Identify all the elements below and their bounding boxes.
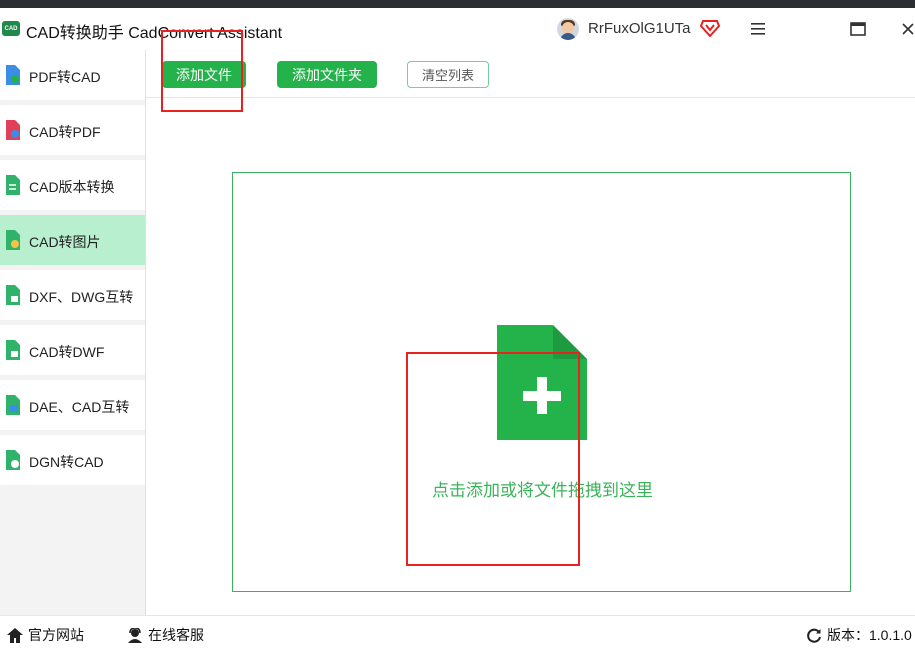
cad-to-image-icon — [6, 230, 20, 250]
sidebar-item-dxf-dwg[interactable]: DXF、DWG互转 — [0, 270, 145, 320]
menu-button[interactable] — [745, 18, 771, 40]
file-dropzone[interactable]: 点击添加或将文件拖拽到这里 — [232, 172, 851, 592]
home-icon — [7, 627, 23, 643]
hamburger-icon — [751, 23, 765, 35]
maximize-button[interactable] — [845, 18, 871, 40]
maximize-icon — [850, 22, 866, 36]
avatar[interactable] — [557, 18, 579, 40]
online-service-link[interactable]: 在线客服 — [127, 625, 204, 645]
sidebar-item-label: CAD转PDF — [29, 124, 101, 140]
add-folder-button[interactable]: 添加文件夹 — [277, 61, 377, 88]
dgn-to-cad-icon — [6, 450, 20, 470]
pdf-to-cad-icon — [6, 65, 20, 85]
sidebar-item-dae-cad[interactable]: DAE、CAD互转 — [0, 380, 145, 430]
sidebar-item-cad-version[interactable]: CAD版本转换 — [0, 160, 145, 210]
sidebar-item-label: PDF转CAD — [29, 69, 101, 85]
sidebar-item-dgn-to-cad[interactable]: DGN转CAD — [0, 435, 145, 485]
close-button[interactable] — [895, 18, 915, 40]
sidebar-item-label: CAD版本转换 — [29, 179, 115, 195]
customer-service-icon — [128, 627, 142, 643]
dae-cad-icon — [6, 395, 20, 415]
refresh-icon — [807, 628, 821, 643]
clear-list-button[interactable]: 清空列表 — [407, 61, 489, 88]
toolbar: 添加文件 添加文件夹 清空列表 — [146, 50, 915, 98]
close-icon — [902, 23, 914, 35]
username[interactable]: RrFuxOlG1UTa — [588, 20, 691, 37]
footer: 官方网站 在线客服 版本：1.0.1.0 — [0, 615, 915, 654]
sidebar-item-cad-to-image[interactable]: CAD转图片 — [0, 215, 145, 265]
sidebar-item-label: DXF、DWG互转 — [29, 289, 134, 305]
sidebar-item-cad-to-dwf[interactable]: CAD转DWF — [0, 325, 145, 375]
sidebar-item-label: DGN转CAD — [29, 454, 104, 470]
version-info[interactable]: 版本：1.0.1.0 — [807, 625, 912, 645]
version-label: 版本：1.0.1.0 — [827, 627, 912, 643]
dropzone-hint: 点击添加或将文件拖拽到这里 — [432, 481, 653, 500]
cad-version-icon — [6, 175, 20, 195]
app-title: CAD转换助手 CadConvert Assistant — [26, 25, 283, 42]
vip-diamond-icon[interactable] — [700, 19, 720, 37]
official-website-label: 官方网站 — [28, 627, 84, 643]
add-file-icon — [497, 325, 587, 440]
app-logo-icon: CAD — [2, 21, 20, 36]
online-service-label: 在线客服 — [148, 627, 204, 643]
sidebar: PDF转CAD CAD转PDF CAD版本转换 CAD转图片 DXF、DWG互转… — [0, 50, 146, 615]
add-file-button[interactable]: 添加文件 — [162, 61, 246, 88]
sidebar-item-label: CAD转图片 — [29, 234, 101, 250]
official-website-link[interactable]: 官方网站 — [7, 625, 84, 645]
top-strip — [0, 0, 915, 8]
sidebar-item-label: DAE、CAD互转 — [29, 399, 130, 415]
cad-to-dwf-icon — [6, 340, 20, 360]
sidebar-item-label: CAD转DWF — [29, 344, 105, 360]
title-bar: CAD CAD转换助手 CadConvert Assistant RrFuxOl… — [0, 8, 915, 50]
sidebar-item-cad-to-pdf[interactable]: CAD转PDF — [0, 105, 145, 155]
dxf-dwg-icon — [6, 285, 20, 305]
sidebar-item-pdf-to-cad[interactable]: PDF转CAD — [0, 50, 145, 100]
cad-to-pdf-icon — [6, 120, 20, 140]
